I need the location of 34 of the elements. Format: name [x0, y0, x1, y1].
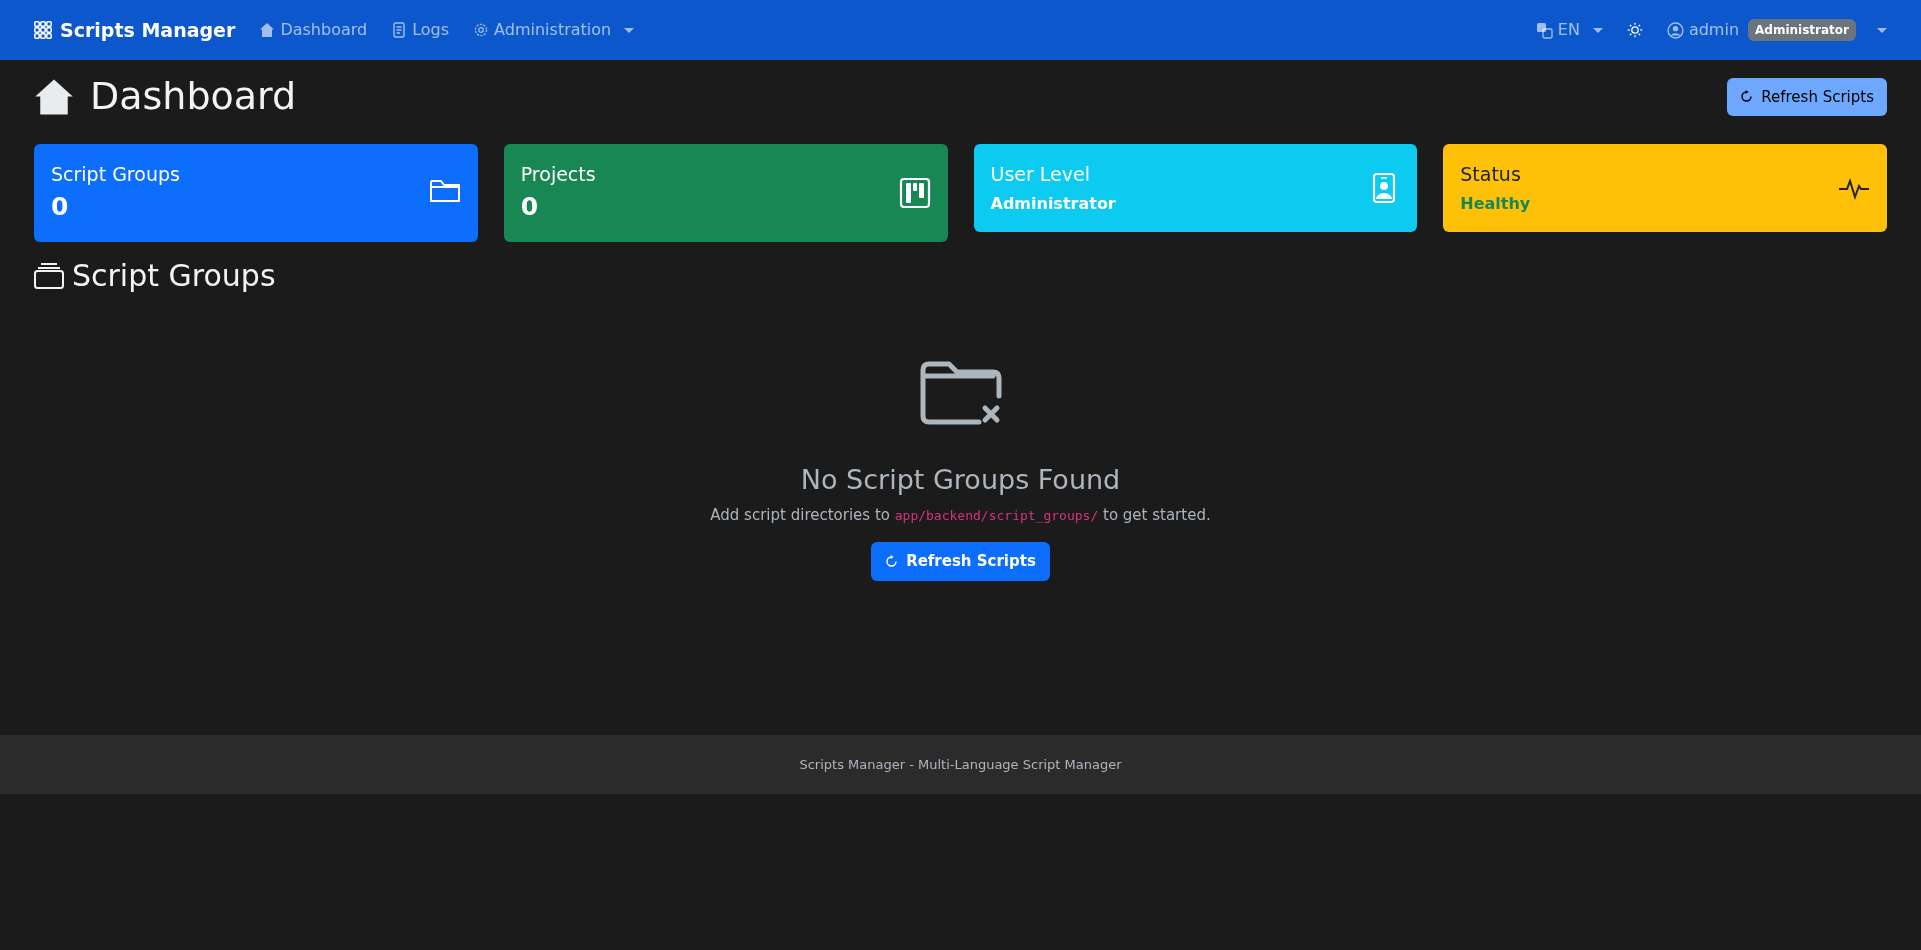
user-dropdown[interactable]: admin Administrator: [1666, 18, 1887, 42]
brand-link[interactable]: Scripts Manager: [34, 15, 236, 45]
nav-link[interactable]: Logs: [391, 18, 450, 42]
theme-toggle-button[interactable]: [1626, 22, 1643, 38]
card-value: Administrator: [990, 193, 1116, 216]
section-title: Script Groups: [72, 257, 276, 294]
role-badge: Administrator: [1748, 19, 1856, 41]
kanban-icon: [898, 176, 931, 209]
translate-icon: [1535, 21, 1553, 39]
empty-state-message: Add script directories to app/backend/script_groups/ to get started.: [710, 505, 1211, 526]
sun-icon: [1626, 22, 1643, 38]
card-value: 0: [520, 191, 540, 224]
refresh-icon: [885, 555, 899, 569]
card-value: 0: [51, 191, 70, 224]
card-value: Healthy: [1460, 193, 1531, 216]
grid-icon: [34, 21, 52, 39]
language-dropdown[interactable]: EN: [1535, 18, 1603, 42]
empty-state-title: No Script Groups Found: [800, 463, 1121, 496]
refresh-button[interactable]: Refresh Scripts: [871, 542, 1050, 581]
card-title: Script Groups: [51, 161, 180, 187]
stack-icon: [34, 261, 64, 290]
gear-icon: [473, 22, 490, 38]
nav-link[interactable]: Administration: [473, 18, 635, 42]
user-circle-icon: [1666, 21, 1684, 39]
card-title: Projects: [520, 161, 596, 187]
card-title: Status: [1460, 161, 1522, 187]
house-icon: [259, 22, 276, 38]
nav-link[interactable]: Dashboard: [259, 18, 368, 42]
card-title: User Level: [990, 161, 1091, 187]
page-title: Dashboard: [90, 74, 297, 120]
document-icon: [391, 22, 408, 38]
refresh-button[interactable]: Refresh Scripts: [1727, 77, 1887, 117]
refresh-icon: [1740, 90, 1754, 104]
footer-text: Scripts Manager - Multi-Language Script Manager: [799, 755, 1122, 774]
